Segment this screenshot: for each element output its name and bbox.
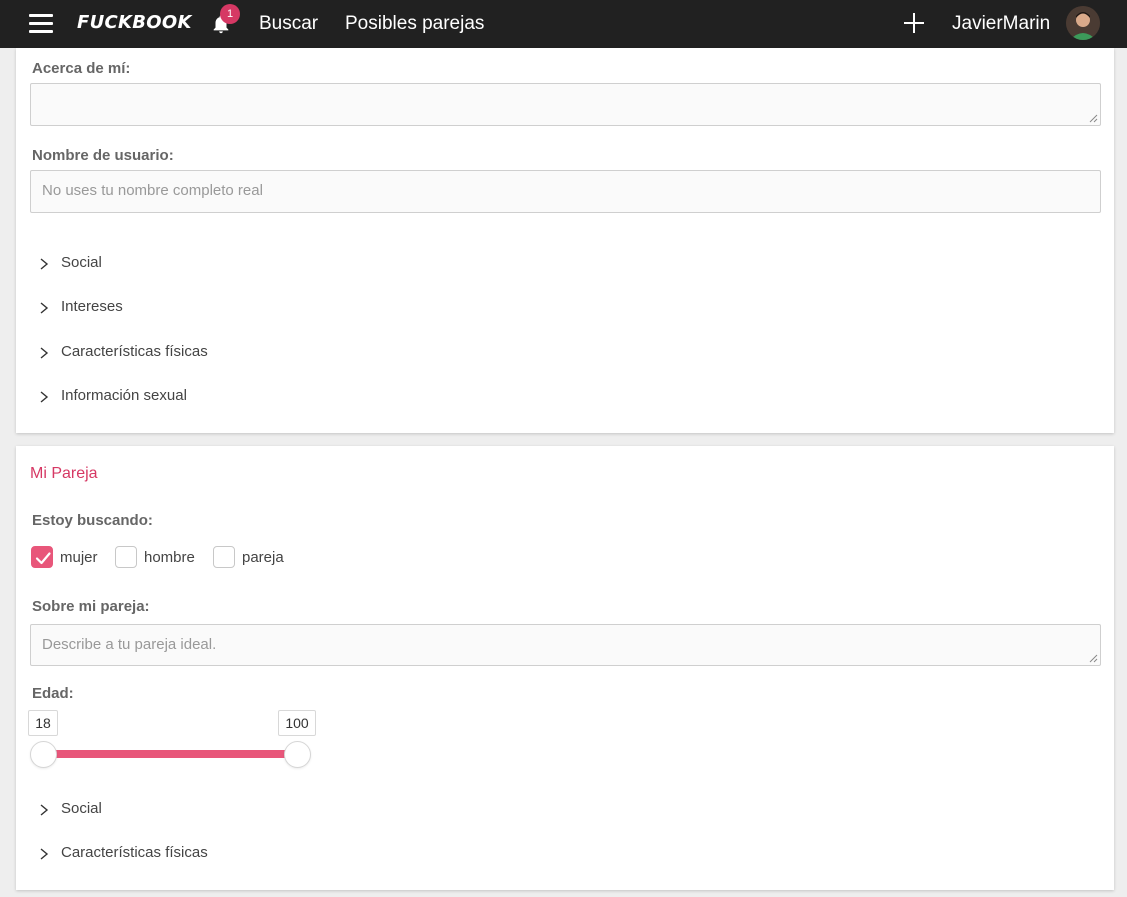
nav-link-posibles-parejas[interactable]: Posibles parejas [345,13,484,35]
about-partner-label: Sobre mi pareja: [32,598,150,615]
age-label: Edad: [32,685,74,702]
app-logo[interactable]: FUCKBOOK [77,12,192,33]
looking-for-label: Estoy buscando: [32,512,153,529]
nav-link-buscar[interactable]: Buscar [259,13,318,35]
checkbox-label: pareja [242,549,284,566]
section-label: Información sexual [61,387,187,404]
user-avatar[interactable] [1066,6,1100,40]
chevron-right-icon [40,804,49,816]
top-navbar: FUCKBOOK 1 Buscar Posibles parejas Javie… [0,0,1127,48]
chevron-right-icon [40,258,49,270]
age-max-slider-handle[interactable] [284,741,311,768]
about-partner-placeholder: Describe a tu pareja ideal. [42,636,217,653]
add-icon[interactable] [903,12,925,34]
chevron-right-icon [40,347,49,359]
username-placeholder: No uses tu nombre completo real [42,182,263,199]
chevron-right-icon [40,391,49,403]
chevron-right-icon [40,302,49,314]
checkbox-box[interactable] [31,546,53,568]
age-max-value: 100 [278,710,316,736]
username-input[interactable]: No uses tu nombre completo real [30,170,1101,213]
checkmark-icon [35,552,51,565]
profile-card: Acerca de mí: Nombre de usuario: No uses… [16,48,1114,433]
section-label: Intereses [61,298,123,315]
about-me-textarea[interactable] [30,83,1101,126]
resize-grip-icon[interactable] [1089,654,1098,663]
chevron-right-icon [40,848,49,860]
section-label: Social [61,254,102,271]
about-partner-textarea[interactable]: Describe a tu pareja ideal. [30,624,1101,666]
partner-section-title: Mi Pareja [30,465,98,482]
notification-badge: 1 [220,4,240,24]
section-label: Social [61,800,102,817]
username-label: Nombre de usuario: [32,147,174,164]
about-me-label: Acerca de mí: [32,60,131,77]
age-min-value: 18 [28,710,58,736]
age-min-slider-handle[interactable] [30,741,57,768]
hamburger-menu-icon[interactable] [29,14,53,34]
checkbox-box[interactable] [115,546,137,568]
age-range-track[interactable] [44,750,298,758]
username-link[interactable]: JavierMarin [952,13,1050,35]
section-label: Características físicas [61,343,208,360]
resize-grip-icon[interactable] [1089,114,1098,123]
section-label: Características físicas [61,844,208,861]
checkbox-label: mujer [60,549,98,566]
partner-card: Mi Pareja Estoy buscando: mujer hombre p… [16,446,1114,890]
checkbox-box[interactable] [213,546,235,568]
checkbox-label: hombre [144,549,195,566]
